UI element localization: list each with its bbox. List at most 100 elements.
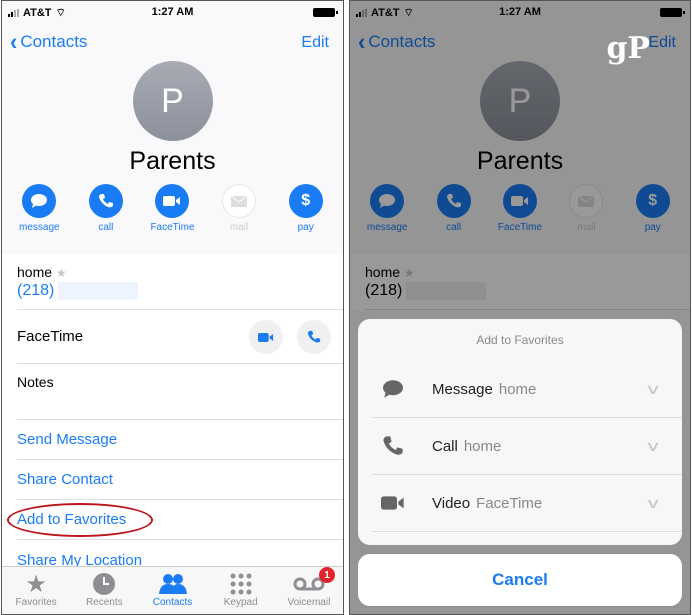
- chevron-left-icon: ‹: [358, 27, 366, 56]
- phone-row: home ★ (218): [365, 254, 690, 310]
- avatar: P: [132, 61, 213, 141]
- action-sheet: Add to Favorites Message home ∨ Call home …: [358, 319, 682, 545]
- facetime-row: FaceTime: [17, 310, 343, 364]
- phone-icon: [446, 194, 461, 208]
- phone-number: (218): [17, 282, 55, 299]
- phone-icon: [383, 436, 403, 455]
- action-buttons: message call FaceTime mail $ pay: [2, 176, 343, 254]
- video-icon: [510, 196, 528, 206]
- option-sub: home: [498, 380, 537, 398]
- contact-name: Parents: [476, 147, 564, 175]
- chevron-left-icon: ‹: [10, 27, 18, 56]
- option-sub: FaceTime: [476, 494, 543, 512]
- action-buttons: message call FaceTime mail $ pay: [350, 176, 690, 254]
- pay-action: $ pay: [623, 184, 683, 254]
- chevron-down-icon: ∨: [644, 437, 662, 454]
- star-icon: ★: [25, 570, 47, 598]
- add-to-favorites-link[interactable]: Add to Favorites: [7, 500, 343, 540]
- tab-recents[interactable]: Recents: [70, 567, 138, 614]
- facetime-audio-button[interactable]: [297, 320, 331, 354]
- share-contact-link[interactable]: Share Contact: [17, 460, 343, 500]
- facetime-action: FaceTime: [490, 184, 550, 254]
- option-message[interactable]: Message home ∨: [372, 361, 682, 418]
- highlight-oval: [7, 503, 153, 537]
- tab-label: Contacts: [152, 597, 193, 608]
- dollar-icon: $: [301, 192, 311, 209]
- back-button: ‹ Contacts: [358, 27, 436, 56]
- battery-icon: [660, 8, 685, 17]
- contact-details: home ★ (218): [350, 254, 690, 310]
- star-icon: ★: [55, 266, 67, 280]
- phone-label: home: [17, 264, 53, 280]
- message-icon: [383, 380, 403, 398]
- tab-label: Keypad: [223, 597, 258, 608]
- video-icon: [258, 332, 274, 342]
- clock-icon: [93, 573, 116, 595]
- video-icon: [163, 196, 181, 206]
- facetime-video-button[interactable]: [249, 320, 283, 354]
- status-bar: AT&T ⌔ 1:27 AM: [350, 1, 690, 25]
- edit-button[interactable]: Edit: [301, 34, 329, 52]
- tab-contacts[interactable]: Contacts: [138, 567, 206, 614]
- send-message-link[interactable]: Send Message: [17, 420, 343, 460]
- phone-label: home: [365, 264, 401, 280]
- notes-label: Notes: [17, 374, 54, 390]
- tab-label: Recents: [85, 597, 123, 608]
- phone-icon: [307, 330, 321, 343]
- tab-bar: ★ Favorites Recents Contacts Keypad Voice…: [2, 566, 343, 614]
- facetime-label: FaceTime: [17, 328, 84, 345]
- contact-name: Parents: [129, 147, 216, 175]
- contact-details: home ★ (218) FaceTime Notes Send Message…: [2, 254, 343, 580]
- chevron-down-icon: ∨: [644, 380, 662, 397]
- phone-number: (218): [365, 282, 403, 299]
- mail-action: mail: [209, 184, 269, 254]
- mail-icon: [578, 195, 595, 207]
- option-video[interactable]: Video FaceTime ∨: [372, 475, 682, 532]
- redacted-number: [406, 282, 487, 300]
- message-icon: [31, 194, 48, 208]
- video-icon: [381, 496, 404, 510]
- back-label: Contacts: [20, 32, 88, 51]
- redacted-number: [58, 282, 139, 300]
- back-label: Contacts: [368, 32, 436, 51]
- edit-button: Edit: [648, 34, 676, 51]
- star-icon: ★: [403, 266, 415, 280]
- message-action: message: [357, 184, 417, 254]
- option-sub: home: [463, 437, 502, 455]
- call-action[interactable]: call: [76, 184, 136, 254]
- status-bar: AT&T ⌔ 1:27 AM: [2, 1, 343, 25]
- option-label: Call: [432, 437, 458, 455]
- contact-screen: AT&T ⌔ 1:27 AM ‹ Contacts Edit P Parents m…: [1, 0, 344, 615]
- sheet-title: Add to Favorites: [476, 333, 564, 347]
- keypad-icon: [230, 573, 252, 595]
- status-time: 1:27 AM: [499, 6, 541, 18]
- nav-bar: ‹ Contacts Edit: [2, 25, 343, 61]
- tab-voicemail[interactable]: Voicemail 1: [275, 567, 343, 614]
- phone-icon: [98, 194, 113, 208]
- chevron-down-icon: ∨: [644, 494, 662, 511]
- tab-label: Favorites: [15, 597, 57, 608]
- option-call[interactable]: Call home ∨: [372, 418, 682, 475]
- tab-favorites[interactable]: ★ Favorites: [2, 567, 70, 614]
- message-icon: [379, 194, 396, 208]
- notes-row[interactable]: Notes: [17, 364, 343, 420]
- option-label: Message: [432, 380, 493, 398]
- dollar-icon: $: [648, 192, 658, 209]
- tab-keypad[interactable]: Keypad: [207, 567, 275, 614]
- message-action[interactable]: message: [9, 184, 69, 254]
- watermark: gP: [606, 31, 650, 66]
- add-favorites-screen: AT&T ⌔ 1:27 AM ‹ Contacts Edit P Parents m…: [349, 0, 691, 615]
- avatar: P: [480, 61, 560, 141]
- phone-row[interactable]: home ★ (218): [17, 254, 343, 310]
- battery-icon: [313, 8, 338, 17]
- mail-action: mail: [556, 184, 616, 254]
- facetime-action[interactable]: FaceTime: [142, 184, 202, 254]
- status-time: 1:27 AM: [151, 6, 194, 18]
- option-label: Video: [432, 494, 471, 512]
- back-button[interactable]: ‹ Contacts: [10, 27, 88, 56]
- tab-label: Voicemail: [287, 597, 331, 608]
- contacts-icon: [158, 574, 187, 594]
- cancel-button[interactable]: Cancel: [358, 554, 682, 606]
- pay-action[interactable]: $ pay: [276, 184, 336, 254]
- call-action: call: [424, 184, 484, 254]
